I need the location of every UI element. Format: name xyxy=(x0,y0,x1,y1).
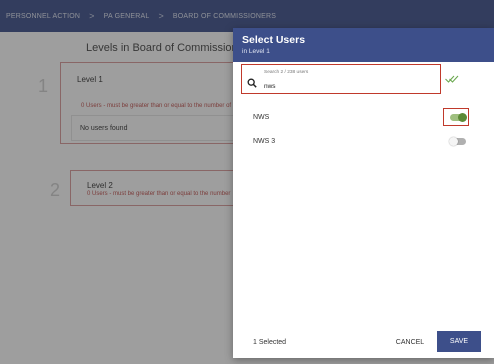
select-users-dialog: Select Users in Level 1 Search 2 / 238 u… xyxy=(233,28,494,358)
user-select-toggle[interactable] xyxy=(450,113,467,122)
dialog-subtitle: in Level 1 xyxy=(242,48,270,55)
user-search-field[interactable]: Search 2 / 238 users xyxy=(241,64,441,94)
dialog-header: Select Users in Level 1 xyxy=(233,28,494,62)
search-field-label: Search 2 / 238 users xyxy=(264,70,309,75)
search-icon xyxy=(247,78,257,88)
toggle-knob xyxy=(458,113,467,122)
toggle-knob xyxy=(449,137,458,146)
dialog-title: Select Users xyxy=(242,34,306,46)
user-select-toggle[interactable] xyxy=(449,137,466,146)
selected-count: 1 Selected xyxy=(253,339,287,346)
save-button[interactable]: SAVE xyxy=(437,331,481,352)
cancel-button[interactable]: CANCEL xyxy=(393,334,427,350)
search-input[interactable] xyxy=(264,83,414,90)
user-name: NWS xyxy=(253,114,270,121)
user-name: NWS 3 xyxy=(253,138,276,145)
double-check-icon[interactable] xyxy=(445,74,459,84)
